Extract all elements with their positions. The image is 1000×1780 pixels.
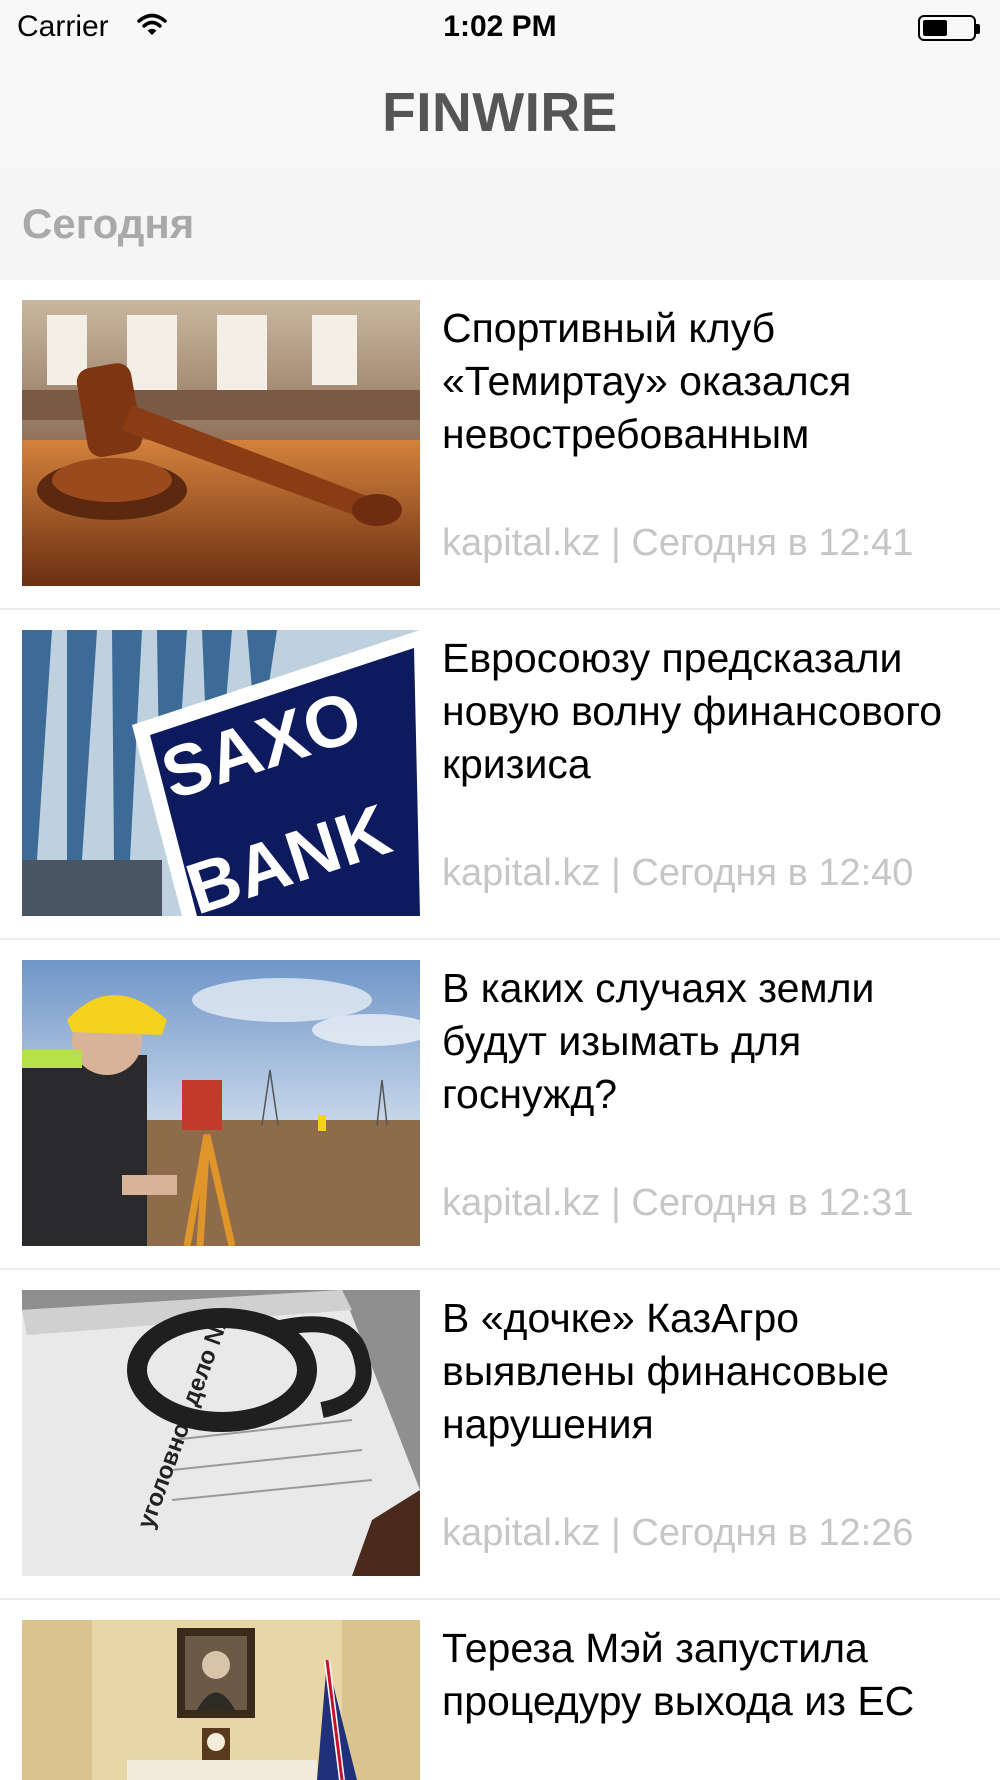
article-meta: kapital.kz | Сегодня в 12:26 xyxy=(442,1512,914,1554)
section-header: Сегодня xyxy=(0,168,1000,280)
surveyor-image xyxy=(22,960,420,1246)
parliament-room-image xyxy=(22,1620,420,1780)
saxo-bank-image: SAXO BANK xyxy=(22,630,420,916)
news-item[interactable]: В каких случаях земли будут изымать для … xyxy=(0,940,1000,1270)
gavel-image xyxy=(22,300,420,586)
status-time: 1:02 PM xyxy=(443,10,557,43)
news-item[interactable]: SAXO BANK Евросоюзу предсказали новую во… xyxy=(0,610,1000,940)
news-item[interactable]: Тереза Мэй запустила процедуру выхода из… xyxy=(0,1600,1000,1780)
article-title: В каких случаях земли будут изымать для … xyxy=(442,965,875,1117)
article-meta: kapital.kz | Сегодня в 12:41 xyxy=(442,522,914,564)
news-item[interactable]: уголовное дело № В «дочке» КазАгро выявл… xyxy=(0,1270,1000,1600)
app-title: FINWIRE xyxy=(382,81,618,143)
article-meta: kapital.kz | Сегодня в 12:40 xyxy=(442,852,914,894)
article-title: Тереза Мэй запустила процедуру выхода из… xyxy=(442,1625,915,1724)
news-item[interactable]: Спортивный клуб «Темиртау» оказался нево… xyxy=(0,280,1000,610)
article-title: В «дочке» КазАгро выявлены финансовые на… xyxy=(442,1295,890,1447)
status-bar: Carrier 1:02 PM xyxy=(0,0,1000,54)
navigation-bar: FINWIRE xyxy=(0,54,1000,168)
article-meta: kapital.kz | Сегодня в 12:31 xyxy=(442,1182,914,1224)
battery-icon xyxy=(918,15,980,41)
article-title: Спортивный клуб «Темиртау» оказался нево… xyxy=(442,305,852,457)
article-title: Евросоюзу предсказали новую волну финанс… xyxy=(442,635,943,787)
handcuffs-image: уголовное дело № xyxy=(22,1290,420,1576)
section-title: Сегодня xyxy=(22,200,195,247)
